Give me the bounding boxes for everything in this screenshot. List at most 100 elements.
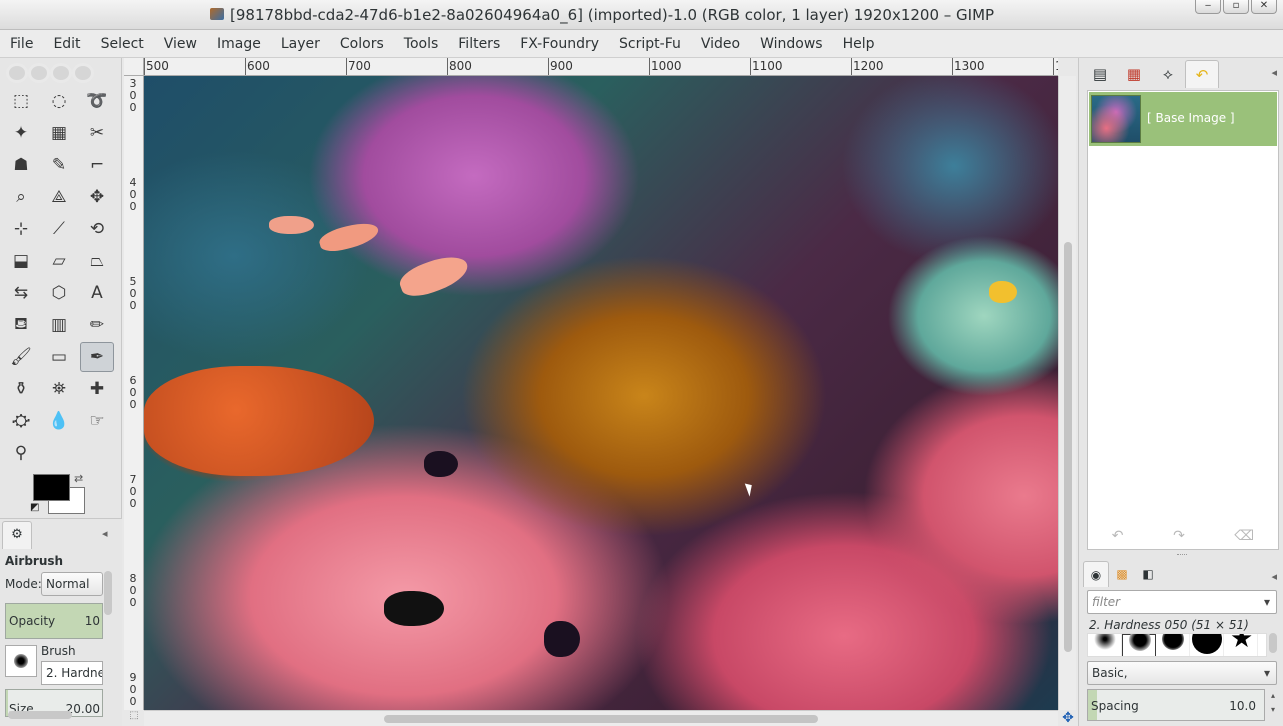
paintbrush-tool[interactable]: 🖌 bbox=[4, 342, 38, 372]
smudge-tool[interactable]: ☞ bbox=[80, 406, 114, 436]
clear-history-button[interactable]: ⌫ bbox=[1234, 528, 1254, 548]
brush-name-field[interactable]: 2. Hardness 050 bbox=[41, 661, 103, 685]
fuzzy-select-tool[interactable]: ✦ bbox=[4, 118, 38, 148]
menu-tools[interactable]: Tools bbox=[404, 36, 439, 52]
menu-fx-foundry[interactable]: FX-Foundry bbox=[520, 36, 599, 52]
foreground-select-tool[interactable]: ☗ bbox=[4, 150, 38, 180]
ruler-label: 400 bbox=[129, 176, 137, 213]
tool-options-tab[interactable]: ⚙ bbox=[2, 521, 32, 549]
blend-tool[interactable]: ▥ bbox=[42, 310, 76, 340]
heal-tool[interactable]: ✚ bbox=[80, 374, 114, 404]
bucket-fill-tool[interactable]: ⛾ bbox=[4, 310, 38, 340]
menu-windows[interactable]: Windows bbox=[760, 36, 823, 52]
flip-icon: ⇆ bbox=[13, 283, 29, 303]
panel-menu-icon[interactable]: ◂ bbox=[102, 527, 108, 540]
dodge-burn-tool[interactable]: ⚲ bbox=[4, 438, 38, 468]
channels-icon[interactable]: ▦ bbox=[1117, 60, 1151, 88]
chevron-down-icon[interactable]: ▾ bbox=[1264, 662, 1270, 684]
patterns-icon[interactable]: ▩ bbox=[1109, 561, 1135, 587]
menu-script-fu[interactable]: Script-Fu bbox=[619, 36, 681, 52]
ellipse-select-tool[interactable]: ◌ bbox=[42, 86, 76, 116]
horizontal-scroll-thumb[interactable] bbox=[384, 715, 818, 723]
brush-item[interactable] bbox=[1156, 634, 1190, 656]
maximize-button[interactable]: ▫ bbox=[1223, 0, 1249, 14]
tool-options-hscrollbar[interactable] bbox=[8, 711, 72, 719]
align-tool[interactable]: ⊹ bbox=[4, 214, 38, 244]
menu-image[interactable]: Image bbox=[217, 36, 261, 52]
menu-edit[interactable]: Edit bbox=[53, 36, 80, 52]
vertical-ruler[interactable]: 300 400 500 600 700 800 900 bbox=[124, 76, 144, 710]
crop-tool[interactable]: ⟋ bbox=[42, 214, 76, 244]
opacity-slider[interactable]: Opacity 10 bbox=[5, 603, 103, 639]
menu-file[interactable]: File bbox=[10, 36, 33, 52]
canvas-vertical-scrollbar[interactable] bbox=[1058, 76, 1076, 710]
foreground-color-swatch[interactable] bbox=[33, 474, 70, 501]
menu-video[interactable]: Video bbox=[701, 36, 740, 52]
close-button[interactable]: ✕ bbox=[1251, 0, 1277, 14]
navigate-icon[interactable]: ✥ bbox=[1060, 710, 1076, 726]
menu-layer[interactable]: Layer bbox=[281, 36, 320, 52]
paths-icon[interactable]: ⟡ bbox=[1151, 60, 1185, 88]
scale-tool[interactable]: ⬓ bbox=[4, 246, 38, 276]
zoom-tool[interactable]: ⌕ bbox=[4, 182, 38, 212]
brush-item[interactable] bbox=[1122, 634, 1156, 656]
brush-item[interactable]: ★ bbox=[1224, 634, 1258, 656]
brush-preview-button[interactable] bbox=[5, 645, 37, 677]
menu-colors[interactable]: Colors bbox=[340, 36, 384, 52]
default-colors-icon[interactable]: ◩ bbox=[30, 502, 39, 513]
spacing-spinner[interactable]: ▴ ▾ bbox=[1267, 689, 1279, 721]
free-select-tool[interactable]: ➰ bbox=[80, 86, 114, 116]
minimize-button[interactable]: ‒ bbox=[1195, 0, 1221, 14]
quick-mask-icon[interactable]: ⬚ bbox=[124, 710, 144, 726]
vertical-scroll-thumb[interactable] bbox=[1064, 242, 1072, 652]
canvas-horizontal-scrollbar[interactable] bbox=[144, 710, 1058, 726]
text-tool[interactable]: A bbox=[80, 278, 114, 308]
cage-transform-tool[interactable]: ⬡ bbox=[42, 278, 76, 308]
brush-item[interactable] bbox=[1190, 634, 1224, 656]
color-picker-tool[interactable]: ⌐ bbox=[80, 150, 114, 180]
menu-view[interactable]: View bbox=[164, 36, 197, 52]
dock-menu-icon[interactable]: ◂ bbox=[1271, 66, 1277, 79]
clone-tool[interactable]: ⛯ bbox=[42, 374, 76, 404]
spacing-slider[interactable]: Spacing 10.0 bbox=[1087, 689, 1265, 721]
ink-tool[interactable]: ⚱ bbox=[4, 374, 38, 404]
horizontal-ruler[interactable]: 500 600 700 800 900 1000 1100 1200 1300 14 bbox=[144, 58, 1058, 76]
brush-filter-input[interactable]: filter ▾ bbox=[1087, 590, 1277, 614]
pencil-tool[interactable]: ✏ bbox=[80, 310, 114, 340]
rect-select-tool[interactable]: ⬚ bbox=[4, 86, 38, 116]
tool-options-scrollbar[interactable] bbox=[104, 571, 112, 615]
perspective-clone-tool[interactable]: ⛮ bbox=[4, 406, 38, 436]
perspective-tool[interactable]: ⏢ bbox=[80, 246, 114, 276]
select-by-color-tool[interactable]: ▦ bbox=[42, 118, 76, 148]
image-canvas[interactable] bbox=[144, 76, 1058, 710]
redo-button[interactable]: ↷ bbox=[1173, 528, 1185, 548]
mode-dropdown[interactable]: Normal bbox=[41, 572, 103, 596]
wilber-drop-area[interactable] bbox=[6, 60, 112, 84]
rotate-tool[interactable]: ⟲ bbox=[80, 214, 114, 244]
chevron-down-icon[interactable]: ▾ bbox=[1264, 591, 1270, 613]
menu-filters[interactable]: Filters bbox=[458, 36, 500, 52]
paths-tool[interactable]: ✎ bbox=[42, 150, 76, 180]
scissors-select-tool[interactable]: ✂ bbox=[80, 118, 114, 148]
undo-history-icon[interactable]: ↶ bbox=[1185, 60, 1219, 88]
swap-colors-icon[interactable]: ⇄ bbox=[74, 472, 83, 485]
layer-row[interactable]: [ Base Image ] bbox=[1089, 92, 1277, 146]
brush-grid-scrollbar[interactable] bbox=[1269, 633, 1277, 653]
blur-sharpen-tool[interactable]: 💧 bbox=[42, 406, 76, 436]
layers-icon[interactable]: ▤ bbox=[1083, 60, 1117, 88]
dock-divider[interactable] bbox=[1177, 554, 1187, 557]
measure-tool[interactable]: ⟁ bbox=[42, 182, 76, 212]
menu-help[interactable]: Help bbox=[843, 36, 875, 52]
menu-select[interactable]: Select bbox=[101, 36, 144, 52]
brushes-menu-icon[interactable]: ◂ bbox=[1271, 570, 1277, 583]
undo-button[interactable]: ↶ bbox=[1112, 528, 1124, 548]
shear-tool[interactable]: ▱ bbox=[42, 246, 76, 276]
brush-tag-dropdown[interactable]: Basic, ▾ bbox=[1087, 661, 1277, 685]
flip-tool[interactable]: ⇆ bbox=[4, 278, 38, 308]
airbrush-tool[interactable]: ✒ bbox=[80, 342, 114, 372]
brush-item[interactable] bbox=[1088, 634, 1122, 656]
eraser-tool[interactable]: ▭ bbox=[42, 342, 76, 372]
gradients-icon[interactable]: ◧ bbox=[1135, 561, 1161, 587]
brushes-icon[interactable]: ◉ bbox=[1083, 561, 1109, 587]
move-tool[interactable]: ✥ bbox=[80, 182, 114, 212]
